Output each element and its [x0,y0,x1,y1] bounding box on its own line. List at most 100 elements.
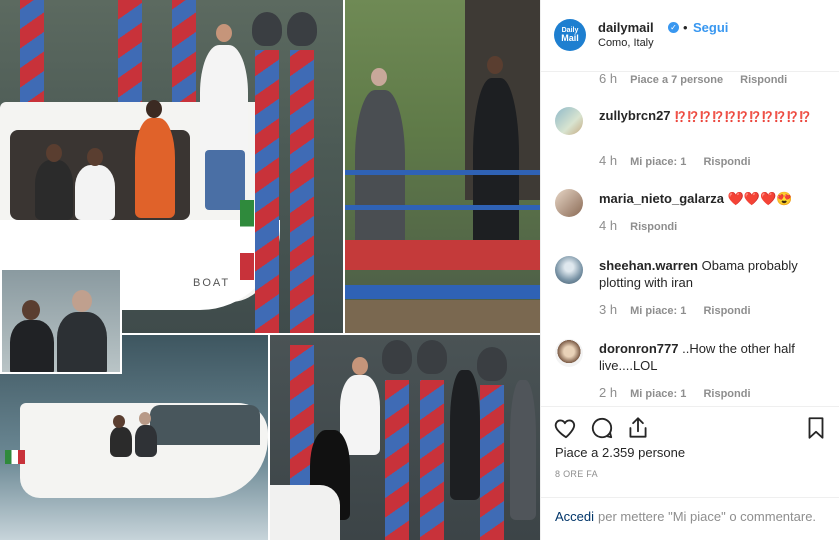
separator-dot: • [683,20,688,35]
comment-body: maria_nieto_galarza ❤️❤️❤️😍 [599,190,829,207]
comment-bubble-icon[interactable] [589,415,615,441]
verified-badge-icon: ✓ [668,22,679,33]
comment-meta: 4 h Mi piace: 1 Rispondi [599,153,751,168]
pole-cap [382,340,412,374]
comment-body: sheehan.warren Obama probably plotting w… [599,257,829,291]
comments-list[interactable]: 6 h Piace a 7 persone Rispondi zullybrcn… [541,63,839,406]
pole-cap [252,12,282,46]
dock-walkway [345,240,540,270]
boat-bow [270,485,340,540]
mooring-pole [480,385,504,540]
person-head [139,412,151,425]
person-head [87,148,103,166]
account-avatar[interactable]: Daily Mail [554,19,586,51]
commenter-avatar[interactable] [555,339,583,367]
pole-cap [477,347,507,381]
login-prompt-text: per mettere "Mi piace" o commentare. [598,509,817,524]
person-figure [110,427,132,457]
share-icon[interactable] [625,415,651,441]
commenter-avatar[interactable] [555,107,583,135]
comment-item: maria_nieto_galarza ❤️❤️❤️😍 4 h Rispondi [541,188,839,248]
reply-button[interactable]: Rispondi [703,156,750,168]
bookmark-icon[interactable] [803,415,829,441]
person-figure [510,380,536,520]
likes-total[interactable]: Piace a 2.359 persone [555,445,685,460]
avatar-text-line2: Mail [561,33,579,43]
post-location[interactable]: Como, Italy [598,37,654,49]
post-header: Daily Mail dailymail ✓ • Segui Como, Ita… [541,0,839,72]
follow-button[interactable]: Segui [693,20,728,35]
comment-likes[interactable]: Mi piace: 1 [630,388,686,400]
reply-button[interactable]: Rispondi [703,305,750,317]
mooring-pole [385,380,409,540]
mooring-pole [20,0,44,110]
commenter-avatar[interactable] [555,189,583,217]
person-head [371,68,387,86]
post-actions: Piace a 2.359 persone 8 ORE FA Accedi pe… [541,406,839,540]
person-head [72,290,92,312]
comment-text: ❤️❤️❤️😍 [727,191,793,206]
comment-meta: 4 h Rispondi [599,218,677,233]
pole-cap [287,12,317,46]
mooring-pole [172,0,196,110]
person-head [146,100,162,118]
person-head [46,144,62,162]
person-head [216,24,232,42]
login-prompt: Accedi per mettere "Mi piace" o commenta… [541,497,839,540]
person-figure [205,150,245,210]
comment-meta: 6 h Piace a 7 persone Rispondi [599,71,787,86]
post-photo-collage[interactable]: BOAT [0,0,540,540]
person-figure [135,425,157,457]
boat-name-label: BOAT [193,277,231,289]
mooring-pole [420,380,444,540]
heart-icon[interactable] [553,415,579,441]
comment-item: sheehan.warren Obama probably plotting w… [541,255,839,325]
dock-railing [345,285,540,299]
commenter-username[interactable]: maria_nieto_galarza [599,191,724,206]
dock-base [345,300,540,333]
account-username[interactable]: dailymail [598,20,654,35]
person-figure [57,312,107,372]
mooring-pole [255,50,279,333]
commenter-username[interactable]: zullybrcn27 [599,108,671,123]
comment-item: zullybrcn27 ⁉️⁉️⁉️⁉️⁉️⁉️⁉️⁉️⁉️⁉️⁉️ 4 h M… [541,105,839,175]
dock-railing [345,170,540,175]
person-head [487,56,503,74]
person-figure [135,118,175,218]
photo-inset-two-men [0,268,122,374]
person-figure [355,90,405,260]
person-head [22,300,40,320]
post-side-panel: Daily Mail dailymail ✓ • Segui Como, Ita… [540,0,839,540]
comment-time[interactable]: 3 h [599,302,617,317]
comment-item: 6 h Piace a 7 persone Rispondi [541,63,839,93]
comment-body: doronron777 ..How the other half live...… [599,340,829,374]
comment-time[interactable]: 4 h [599,218,617,233]
person-figure [75,165,115,220]
commenter-username[interactable]: sheehan.warren [599,258,698,273]
comment-likes[interactable]: Mi piace: 1 [630,156,686,168]
italian-flag [240,200,254,280]
comment-likes[interactable]: Piace a 7 persone [630,74,723,86]
photo-panel-stepping-off [270,335,540,540]
person-figure [10,320,54,372]
italian-flag [5,450,25,464]
commenter-avatar[interactable] [555,256,583,284]
reply-button[interactable]: Rispondi [630,221,677,233]
pole-cap [417,340,447,374]
comment-likes[interactable]: Mi piace: 1 [630,305,686,317]
login-link[interactable]: Accedi [555,509,594,524]
comment-meta: 2 h Mi piace: 1 Rispondi [599,385,751,400]
mooring-pole [290,50,314,333]
reply-button[interactable]: Rispondi [703,388,750,400]
comment-time[interactable]: 2 h [599,385,617,400]
person-figure [200,45,248,165]
commenter-username[interactable]: doronron777 [599,341,678,356]
comment-text: ⁉️⁉️⁉️⁉️⁉️⁉️⁉️⁉️⁉️⁉️⁉️ [674,112,812,123]
comment-time[interactable]: 6 h [599,71,617,86]
comment-time[interactable]: 4 h [599,153,617,168]
comment-meta: 3 h Mi piace: 1 Rispondi [599,302,751,317]
post-time-ago[interactable]: 8 ORE FA [555,469,598,479]
comment-body: zullybrcn27 ⁉️⁉️⁉️⁉️⁉️⁉️⁉️⁉️⁉️⁉️⁉️ [599,107,829,126]
reply-button[interactable]: Rispondi [740,74,787,86]
person-figure [450,370,480,500]
